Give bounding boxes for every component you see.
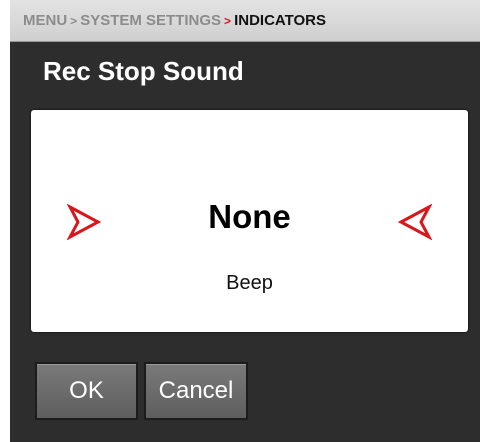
settings-screen: MENU > SYSTEM SETTINGS > INDICATORS Rec … bbox=[10, 0, 480, 442]
page-title: Rec Stop Sound bbox=[43, 56, 244, 86]
next-option-arrow-icon[interactable] bbox=[397, 203, 433, 241]
breadcrumb-separator-icon: > bbox=[70, 13, 78, 28]
next-option-value[interactable]: Beep bbox=[31, 272, 468, 295]
value-selector-panel: None Beep bbox=[31, 110, 468, 332]
breadcrumb: MENU > SYSTEM SETTINGS > INDICATORS bbox=[10, 0, 480, 42]
breadcrumb-item-indicators: INDICATORS bbox=[234, 12, 327, 29]
breadcrumb-separator-active-icon: > bbox=[224, 13, 232, 28]
cancel-button[interactable]: Cancel bbox=[144, 362, 248, 420]
breadcrumb-item-menu[interactable]: MENU bbox=[23, 12, 67, 29]
breadcrumb-item-system-settings[interactable]: SYSTEM SETTINGS bbox=[80, 12, 221, 29]
ok-button[interactable]: OK bbox=[35, 362, 138, 420]
